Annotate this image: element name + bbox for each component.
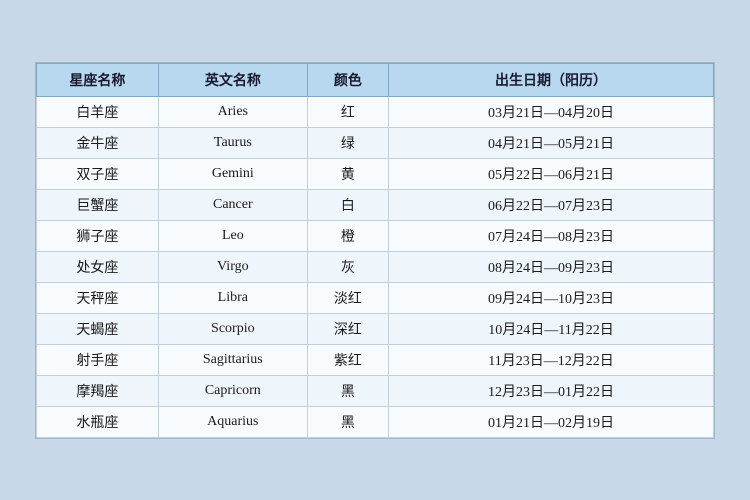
cell-chinese: 双子座 [37,158,159,189]
table-header-row: 星座名称 英文名称 颜色 出生日期（阳历） [37,63,714,96]
cell-english: Aries [158,96,307,127]
cell-date: 03月21日—04月20日 [389,96,714,127]
table-row: 摩羯座Capricorn黑12月23日—01月22日 [37,375,714,406]
cell-date: 01月21日—02月19日 [389,406,714,437]
table-row: 天蝎座Scorpio深红10月24日—11月22日 [37,313,714,344]
cell-date: 08月24日—09月23日 [389,251,714,282]
zodiac-table-container: 星座名称 英文名称 颜色 出生日期（阳历） 白羊座Aries红03月21日—04… [35,62,715,439]
cell-color: 绿 [307,127,388,158]
cell-chinese: 金牛座 [37,127,159,158]
cell-color: 灰 [307,251,388,282]
cell-chinese: 水瓶座 [37,406,159,437]
table-row: 金牛座Taurus绿04月21日—05月21日 [37,127,714,158]
cell-date: 09月24日—10月23日 [389,282,714,313]
table-row: 处女座Virgo灰08月24日—09月23日 [37,251,714,282]
zodiac-table: 星座名称 英文名称 颜色 出生日期（阳历） 白羊座Aries红03月21日—04… [36,63,714,438]
header-date: 出生日期（阳历） [389,63,714,96]
table-row: 巨蟹座Cancer白06月22日—07月23日 [37,189,714,220]
cell-color: 橙 [307,220,388,251]
cell-english: Cancer [158,189,307,220]
cell-chinese: 天秤座 [37,282,159,313]
cell-color: 深红 [307,313,388,344]
cell-date: 12月23日—01月22日 [389,375,714,406]
cell-chinese: 处女座 [37,251,159,282]
cell-date: 06月22日—07月23日 [389,189,714,220]
cell-date: 05月22日—06月21日 [389,158,714,189]
cell-chinese: 摩羯座 [37,375,159,406]
table-row: 白羊座Aries红03月21日—04月20日 [37,96,714,127]
cell-color: 淡红 [307,282,388,313]
cell-date: 04月21日—05月21日 [389,127,714,158]
cell-chinese: 巨蟹座 [37,189,159,220]
cell-date: 10月24日—11月22日 [389,313,714,344]
cell-color: 黑 [307,375,388,406]
cell-chinese: 白羊座 [37,96,159,127]
cell-color: 红 [307,96,388,127]
cell-english: Gemini [158,158,307,189]
cell-english: Libra [158,282,307,313]
table-row: 狮子座Leo橙07月24日—08月23日 [37,220,714,251]
cell-color: 紫红 [307,344,388,375]
cell-english: Sagittarius [158,344,307,375]
cell-date: 07月24日—08月23日 [389,220,714,251]
header-color: 颜色 [307,63,388,96]
cell-color: 黄 [307,158,388,189]
cell-date: 11月23日—12月22日 [389,344,714,375]
cell-english: Virgo [158,251,307,282]
cell-english: Taurus [158,127,307,158]
cell-chinese: 狮子座 [37,220,159,251]
cell-english: Leo [158,220,307,251]
cell-chinese: 射手座 [37,344,159,375]
cell-color: 黑 [307,406,388,437]
table-body: 白羊座Aries红03月21日—04月20日金牛座Taurus绿04月21日—0… [37,96,714,437]
cell-english: Capricorn [158,375,307,406]
header-english: 英文名称 [158,63,307,96]
table-row: 双子座Gemini黄05月22日—06月21日 [37,158,714,189]
cell-english: Aquarius [158,406,307,437]
table-row: 射手座Sagittarius紫红11月23日—12月22日 [37,344,714,375]
table-row: 天秤座Libra淡红09月24日—10月23日 [37,282,714,313]
cell-chinese: 天蝎座 [37,313,159,344]
table-row: 水瓶座Aquarius黑01月21日—02月19日 [37,406,714,437]
cell-english: Scorpio [158,313,307,344]
cell-color: 白 [307,189,388,220]
header-chinese: 星座名称 [37,63,159,96]
